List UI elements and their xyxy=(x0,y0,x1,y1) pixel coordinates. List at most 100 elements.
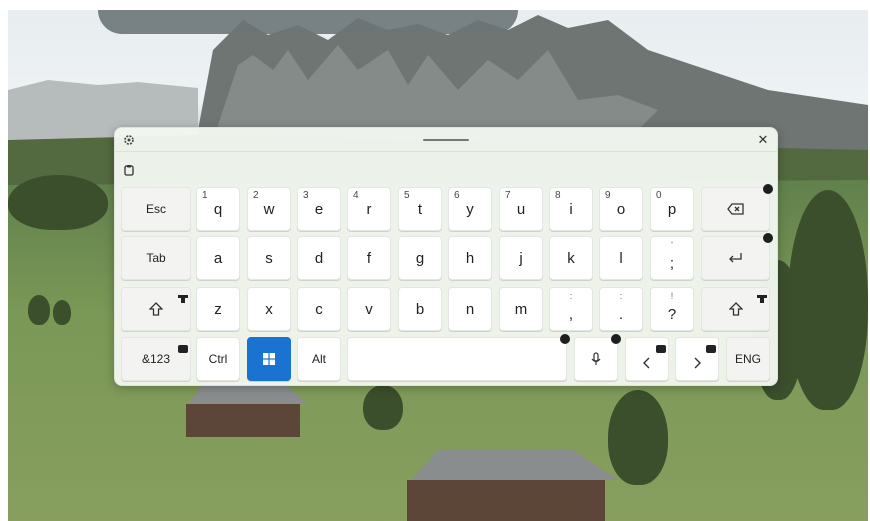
key-b[interactable]: b xyxy=(398,287,442,331)
tree xyxy=(8,175,108,230)
drag-handle[interactable] xyxy=(423,139,469,141)
key-comma[interactable]: :, xyxy=(549,287,593,331)
key-question[interactable]: !? xyxy=(650,287,694,331)
key-badge xyxy=(763,184,773,194)
close-icon[interactable]: ✕ xyxy=(755,132,771,148)
key-semicolon[interactable]: '; xyxy=(650,236,694,280)
key-label: &123 xyxy=(141,352,171,366)
key-v[interactable]: v xyxy=(347,287,391,331)
key-f[interactable]: f xyxy=(347,236,391,280)
key-alt-hint: : xyxy=(569,291,573,301)
key-z[interactable]: z xyxy=(196,287,240,331)
key-label: , xyxy=(568,305,574,323)
key-label: b xyxy=(415,300,425,318)
key-number-hint: 9 xyxy=(605,190,611,201)
key-label: w xyxy=(263,200,275,218)
key-period[interactable]: :. xyxy=(599,287,643,331)
tree xyxy=(53,300,71,325)
key-label: l xyxy=(619,249,623,267)
key-label: f xyxy=(366,249,372,267)
caps-indicator-icon xyxy=(178,290,188,303)
tree xyxy=(363,385,403,430)
key-g[interactable]: g xyxy=(398,236,442,280)
key-label: ; xyxy=(669,254,675,272)
key-a[interactable]: a xyxy=(196,236,240,280)
key-label: s xyxy=(265,249,273,267)
chevron-right-icon xyxy=(693,357,701,369)
key-esc[interactable]: Esc xyxy=(121,187,191,231)
microphone-icon xyxy=(591,352,601,366)
key-label: Tab xyxy=(146,251,166,265)
backspace-key[interactable] xyxy=(701,184,773,231)
alt-key[interactable]: Alt xyxy=(297,337,341,381)
key-k[interactable]: k xyxy=(549,236,593,280)
ctrl-key[interactable]: Ctrl xyxy=(196,337,240,381)
key-n[interactable]: n xyxy=(448,287,492,331)
key-s[interactable]: s xyxy=(247,236,291,280)
key-o[interactable]: 9o xyxy=(599,187,643,231)
windows-key[interactable] xyxy=(247,337,291,381)
key-label: i xyxy=(569,200,573,218)
space-key[interactable] xyxy=(347,334,570,381)
key-label: ENG xyxy=(734,352,761,366)
shift-key[interactable] xyxy=(701,287,770,331)
key-p[interactable]: 0p xyxy=(650,187,694,231)
key-label: p xyxy=(667,200,677,218)
left-arrow-key[interactable] xyxy=(625,337,669,381)
key-c[interactable]: c xyxy=(297,287,341,331)
key-alt-hint: : xyxy=(619,291,623,301)
key-label: a xyxy=(213,249,223,267)
clipboard-icon[interactable] xyxy=(123,164,135,176)
key-badge xyxy=(611,334,621,344)
key-badge xyxy=(763,233,773,243)
key-u[interactable]: 7u xyxy=(499,187,543,231)
key-label: t xyxy=(417,200,423,218)
cloud xyxy=(98,10,518,34)
enter-key[interactable] xyxy=(701,233,773,280)
hut xyxy=(178,382,308,437)
windows-logo-icon xyxy=(263,353,275,365)
key-r[interactable]: 4r xyxy=(347,187,391,231)
right-arrow-key[interactable] xyxy=(675,337,719,381)
key-h[interactable]: h xyxy=(448,236,492,280)
key-m[interactable]: m xyxy=(499,287,543,331)
backspace-icon xyxy=(726,203,745,215)
settings-gear-icon[interactable] xyxy=(123,134,135,146)
key-j[interactable]: j xyxy=(499,236,543,280)
key-e[interactable]: 3e xyxy=(297,187,341,231)
shift-icon xyxy=(149,302,163,316)
key-t[interactable]: 5t xyxy=(398,187,442,231)
key-label: Ctrl xyxy=(208,352,228,366)
key-badge xyxy=(560,334,570,344)
key-label: o xyxy=(616,200,626,218)
key-number-hint: 3 xyxy=(303,190,309,201)
key-x[interactable]: x xyxy=(247,287,291,331)
key-label: Alt xyxy=(311,352,326,366)
symbols-key[interactable]: &123 xyxy=(121,337,191,381)
key-q[interactable]: 1q xyxy=(196,187,240,231)
shift-icon xyxy=(728,302,743,316)
language-key[interactable]: ENG xyxy=(726,337,770,381)
key-label: c xyxy=(315,300,323,318)
chevron-left-icon xyxy=(643,357,651,369)
key-number-hint: 6 xyxy=(454,190,460,201)
hut xyxy=(393,450,618,521)
key-number-hint: 2 xyxy=(253,190,259,201)
key-d[interactable]: d xyxy=(297,236,341,280)
key-tab[interactable]: Tab xyxy=(121,236,191,280)
key-label: ? xyxy=(667,305,677,323)
key-y[interactable]: 6y xyxy=(448,187,492,231)
key-i[interactable]: 8i xyxy=(549,187,593,231)
shift-key[interactable] xyxy=(121,287,191,331)
key-label: u xyxy=(516,200,526,218)
key-l[interactable]: l xyxy=(599,236,643,280)
dictation-key[interactable] xyxy=(574,334,621,381)
key-w[interactable]: 2w xyxy=(247,187,291,231)
divider xyxy=(115,151,777,152)
key-number-hint: 1 xyxy=(202,190,208,201)
key-label: j xyxy=(519,249,523,267)
tree xyxy=(28,295,50,325)
key-number-hint: 8 xyxy=(555,190,561,201)
key-alt-hint: ! xyxy=(670,291,674,301)
key-label: e xyxy=(314,200,324,218)
